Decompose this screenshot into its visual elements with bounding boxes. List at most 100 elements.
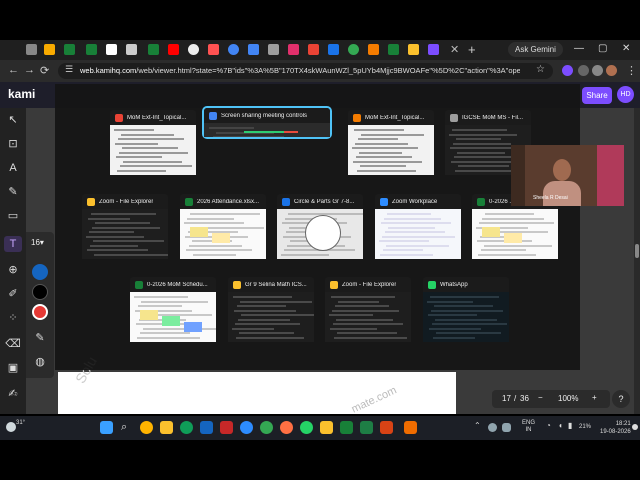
whatsapp-taskbar-icon[interactable] (300, 421, 313, 434)
tab-icon-x[interactable] (106, 44, 117, 55)
forward-icon[interactable]: → (24, 64, 35, 76)
extension-icon-1[interactable] (562, 65, 573, 76)
select-tool-icon[interactable]: ↖ (4, 112, 22, 128)
switcher-window-card[interactable]: Circle & Parts Gr 7-8... (277, 194, 363, 259)
tab-icon-chrome[interactable] (348, 44, 359, 55)
tab-icon-download[interactable] (26, 44, 37, 55)
tray-icon-1[interactable] (488, 423, 497, 432)
outlook-icon[interactable] (200, 421, 213, 434)
ask-gemini-button[interactable]: Ask Gemini (508, 42, 563, 57)
app-taskbar-icon[interactable] (404, 421, 417, 434)
zoom-level[interactable]: 100% (558, 394, 578, 403)
font-size-select[interactable]: 16▾ (31, 238, 44, 247)
capture-tool-icon[interactable]: ⊡ (4, 136, 22, 152)
access-icon[interactable] (220, 421, 233, 434)
url-input[interactable]: ☰ web.kamihq.com/web/viewer.html?state=%… (58, 63, 553, 79)
tab-icon-sheets[interactable] (64, 44, 75, 55)
weather-temperature[interactable]: 31° (16, 420, 25, 426)
tab-icon-analytics[interactable] (44, 44, 55, 55)
tab-close-icon[interactable]: ✕ (450, 43, 459, 56)
firefox-icon[interactable] (280, 421, 293, 434)
equation-tool-icon[interactable]: ⊕ (4, 262, 22, 278)
add-media-tool-icon[interactable]: ▣ (4, 360, 22, 376)
eraser-tool-icon[interactable]: ⌫ (4, 336, 22, 352)
scrollbar-thumb[interactable] (635, 244, 639, 258)
tray-icon-2[interactable] (502, 423, 511, 432)
tab-icon-google[interactable] (228, 44, 239, 55)
color-swatch-red[interactable] (32, 304, 48, 320)
copilot-icon[interactable] (140, 421, 153, 434)
avatar[interactable]: HD (617, 86, 634, 103)
color-swatch-blue[interactable] (32, 264, 48, 280)
edge-icon[interactable] (180, 421, 193, 434)
start-icon[interactable] (100, 421, 113, 434)
window-close-button[interactable]: ✕ (622, 43, 630, 54)
clock[interactable]: 18:21 19-08-2026 (600, 420, 631, 436)
search-icon[interactable]: ⌕ (121, 421, 134, 434)
tab-icon-mail[interactable] (308, 44, 319, 55)
scrollbar[interactable] (634, 108, 640, 414)
tab-icon-sheets-3[interactable] (148, 44, 159, 55)
notification-icon[interactable] (632, 424, 638, 430)
markup-tool-icon[interactable]: ✎ (4, 184, 22, 200)
tab-icon-kami[interactable] (428, 44, 439, 55)
new-tab-button[interactable]: + (468, 42, 476, 57)
reload-icon[interactable]: ⟳ (40, 64, 49, 77)
star-icon[interactable]: ☆ (536, 64, 545, 75)
weather-icon[interactable] (6, 422, 16, 432)
switcher-window-card[interactable]: Zoom Workplace (375, 194, 461, 259)
switcher-window-card[interactable]: MoM Ext-Int_Topical... (110, 110, 196, 175)
file-explorer-icon[interactable] (160, 421, 173, 434)
tab-icon-eye[interactable] (188, 44, 199, 55)
comment-tool-icon[interactable]: ▭ (4, 208, 22, 224)
shapes-tool-icon[interactable]: ⁘ (4, 310, 22, 326)
tab-icon-mobbin[interactable] (368, 44, 379, 55)
zoom-video-tile[interactable]: Sheela R Desai (511, 145, 624, 206)
help-button[interactable]: ? (612, 390, 630, 408)
switcher-window-card[interactable]: WhatsApp (423, 277, 509, 342)
signature-tool-icon[interactable]: ✍ (4, 386, 22, 402)
tab-icon-docs-2[interactable] (328, 44, 339, 55)
tray-chevron-icon[interactable]: ⌃ (474, 421, 487, 434)
tab-icon-docs[interactable] (248, 44, 259, 55)
tab-icon-sheets-4[interactable] (388, 44, 399, 55)
zoom-in-button[interactable]: + (592, 393, 597, 402)
tab-icon-drive[interactable] (408, 44, 419, 55)
tab-icon-sheets-2[interactable] (86, 44, 97, 55)
switcher-window-card[interactable]: MoM Ext-Int_Topical... (348, 110, 434, 175)
switcher-window-card[interactable]: Zoom - File Explorer (325, 277, 411, 342)
switcher-window-card[interactable]: Gr 9 Selina Math ICS... (228, 277, 314, 342)
page-current-input[interactable]: 17 (502, 394, 511, 403)
tab-icon-grid[interactable] (268, 44, 279, 55)
excel-taskbar-icon-2[interactable] (360, 421, 373, 434)
back-icon[interactable]: ← (8, 64, 19, 76)
tab-icon-x-2[interactable] (126, 44, 137, 55)
switcher-window-card[interactable]: 2026 Attendance.xlsx... (180, 194, 266, 259)
language-indicator[interactable]: ENG IN (522, 420, 535, 434)
maximize-button[interactable]: ▢ (598, 43, 607, 54)
site-info-icon[interactable]: ☰ (65, 64, 73, 75)
files-taskbar-icon[interactable] (320, 421, 333, 434)
switcher-window-card[interactable]: 0-2026 MoM Schedu... (130, 277, 216, 342)
share-button[interactable]: Share (582, 87, 612, 104)
minimize-button[interactable]: — (574, 43, 584, 54)
profile-avatar[interactable] (606, 65, 617, 76)
menu-icon[interactable]: ⋮ (626, 64, 637, 77)
extension-icon-2[interactable] (578, 65, 589, 76)
color-picker-icon[interactable]: ✎ (31, 330, 49, 346)
chrome-taskbar-icon[interactable] (260, 421, 273, 434)
switcher-window-card[interactable]: Screen sharing meeting controls (202, 106, 332, 139)
tab-icon-instagram[interactable] (288, 44, 299, 55)
excel-taskbar-icon[interactable] (340, 421, 353, 434)
pen-tool-icon[interactable]: ✐ (4, 286, 22, 302)
text-tool-icon[interactable]: T (4, 236, 22, 252)
zoom-out-button[interactable]: − (538, 393, 543, 402)
extension-icon-3[interactable] (592, 65, 603, 76)
powerpoint-icon[interactable] (380, 421, 393, 434)
tab-icon-youtube[interactable] (168, 44, 179, 55)
switcher-window-card[interactable]: Zoom - File Explorer (82, 194, 168, 259)
color-swatch-black[interactable] (32, 284, 48, 300)
tab-icon-play[interactable] (208, 44, 219, 55)
palette-icon[interactable]: ◍ (31, 354, 49, 370)
text-select-tool-icon[interactable]: A (4, 160, 22, 176)
